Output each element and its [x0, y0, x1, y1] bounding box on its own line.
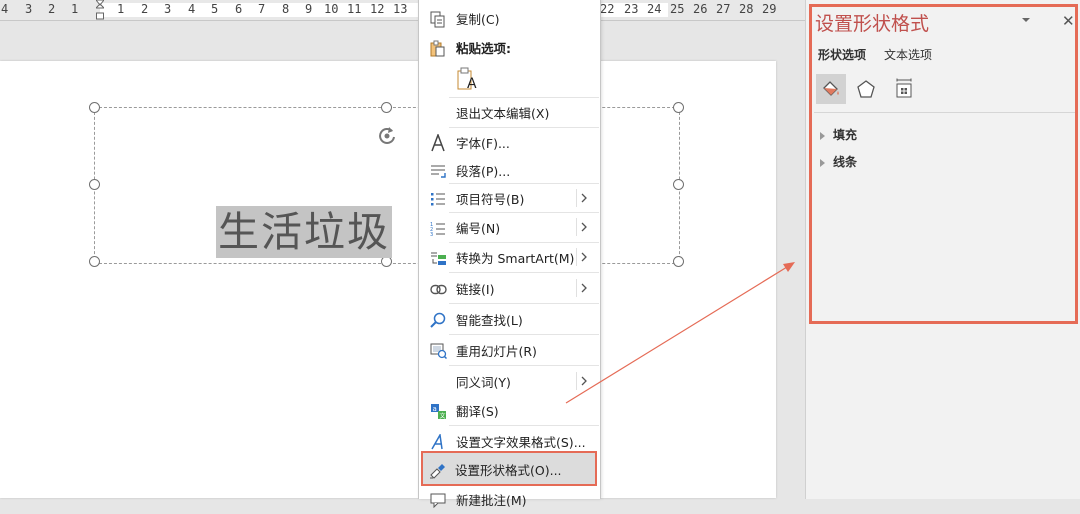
ruler-number: 12	[370, 2, 385, 16]
menu-label: 链接(I)	[456, 281, 495, 297]
ruler-number: 2	[48, 2, 56, 16]
resize-handle[interactable]	[673, 102, 684, 113]
menu-item-synonyms[interactable]: 同义词(Y)	[419, 366, 600, 396]
smartart-icon	[428, 248, 448, 268]
menu-label: 重用幻灯片(R)	[456, 343, 537, 359]
menu-item-copy[interactable]: 复制(C)	[419, 3, 600, 33]
indent-marker[interactable]	[96, 0, 104, 20]
menu-label: 智能查找(L)	[456, 312, 523, 328]
menu-item-reuse-slides[interactable]: 重用幻灯片(R)	[419, 335, 600, 365]
ruler-number: 26	[693, 2, 708, 16]
pane-highlight-frame	[809, 4, 1078, 324]
resize-handle[interactable]	[89, 102, 100, 113]
submenu-arrow-icon	[576, 372, 591, 390]
resize-handle[interactable]	[673, 179, 684, 190]
ruler-number: 2	[141, 2, 149, 16]
text-effects-icon	[428, 432, 448, 452]
menu-label: 复制(C)	[456, 11, 500, 27]
paste-text-only-icon: A	[457, 67, 479, 93]
menu-item-paragraph[interactable]: 段落(P)...	[419, 155, 600, 185]
ruler-number: 29	[762, 2, 777, 16]
ruler-number: 3	[25, 2, 33, 16]
copy-icon	[428, 9, 448, 29]
resize-handle[interactable]	[89, 256, 100, 267]
ruler-number: 9	[305, 2, 313, 16]
context-menu: 复制(C) 粘贴选项: A 退出文本编辑(X) 字体(F)... 段落(P)..…	[418, 0, 601, 508]
paragraph-icon	[428, 161, 448, 181]
search-icon	[428, 310, 448, 330]
menu-item-bullets[interactable]: 项目符号(B)	[419, 183, 600, 213]
submenu-arrow-icon	[576, 279, 591, 297]
ruler-number: 4	[188, 2, 196, 16]
menu-item-convert-smartart[interactable]: 转换为 SmartArt(M)	[419, 242, 600, 272]
menu-label: 翻译(S)	[456, 403, 499, 419]
menu-item-numbering[interactable]: 123 编号(N)	[419, 212, 600, 242]
horizontal-ruler: 4 3 2 1 1 2 3 4 5 6 7 8 9 10 11 12 13 22…	[0, 0, 805, 21]
menu-label: 字体(F)...	[456, 135, 510, 151]
ruler-number: 4	[1, 2, 9, 16]
ruler-number: 7	[258, 2, 266, 16]
ruler-number: 23	[624, 2, 639, 16]
ruler-number: 3	[164, 2, 172, 16]
link-icon	[428, 279, 448, 299]
menu-label: 项目符号(B)	[456, 191, 525, 207]
resize-handle[interactable]	[673, 256, 684, 267]
menu-label: 编号(N)	[456, 220, 501, 236]
bullets-icon	[428, 189, 448, 209]
menu-label: 粘贴选项:	[456, 40, 511, 56]
menu-label: 段落(P)...	[456, 163, 511, 179]
menu-item-font[interactable]: 字体(F)...	[419, 127, 600, 157]
resize-handle[interactable]	[381, 102, 392, 113]
ruler-number: 8	[282, 2, 290, 16]
ruler-number: 11	[347, 2, 362, 16]
ruler-number: 10	[324, 2, 339, 16]
resize-handle[interactable]	[89, 179, 100, 190]
ruler-number: 22	[600, 2, 615, 16]
format-shape-icon	[427, 460, 447, 480]
reuse-slides-icon	[428, 341, 448, 361]
submenu-arrow-icon	[576, 248, 591, 266]
ruler-number: 24	[647, 2, 662, 16]
menu-label: 设置文字效果格式(S)...	[456, 434, 586, 450]
svg-text:文: 文	[439, 412, 445, 420]
ruler-number: 28	[739, 2, 754, 16]
menu-label: 设置形状格式(O)...	[455, 462, 562, 478]
numbering-icon: 123	[428, 218, 448, 238]
ruler-number: 5	[211, 2, 219, 16]
menu-item-smart-lookup[interactable]: 智能查找(L)	[419, 304, 600, 334]
font-icon	[428, 133, 448, 153]
ruler-number: 1	[71, 2, 79, 16]
menu-item-new-comment[interactable]: 新建批注(M)	[419, 484, 600, 514]
comment-icon	[428, 490, 448, 510]
svg-text:3: 3	[430, 232, 433, 236]
submenu-arrow-icon	[576, 189, 591, 207]
menu-heading-paste-options: 粘贴选项:	[419, 32, 600, 62]
menu-label: 转换为 SmartArt(M)	[456, 250, 575, 266]
ruler-number: 27	[716, 2, 731, 16]
menu-item-format-shape[interactable]: 设置形状格式(O)...	[418, 454, 599, 484]
menu-label: 退出文本编辑(X)	[456, 105, 550, 121]
menu-item-translate[interactable]: a文 翻译(S)	[419, 395, 600, 425]
ruler-number: 13	[393, 2, 408, 16]
paste-icon	[428, 38, 448, 58]
ruler-number: 25	[670, 2, 685, 16]
translate-icon: a文	[428, 401, 448, 421]
menu-label: 同义词(Y)	[456, 374, 511, 390]
ruler-number: 1	[117, 2, 125, 16]
paste-keep-text-only-button[interactable]: A	[419, 63, 600, 97]
svg-text:a: a	[432, 405, 436, 413]
selected-slide-text[interactable]: 生活垃圾	[216, 206, 392, 258]
ruler-number: 6	[235, 2, 243, 16]
menu-item-exit-text-edit[interactable]: 退出文本编辑(X)	[419, 97, 600, 127]
menu-item-link[interactable]: 链接(I)	[419, 273, 600, 303]
menu-label: 新建批注(M)	[456, 492, 527, 508]
submenu-arrow-icon	[576, 218, 591, 236]
